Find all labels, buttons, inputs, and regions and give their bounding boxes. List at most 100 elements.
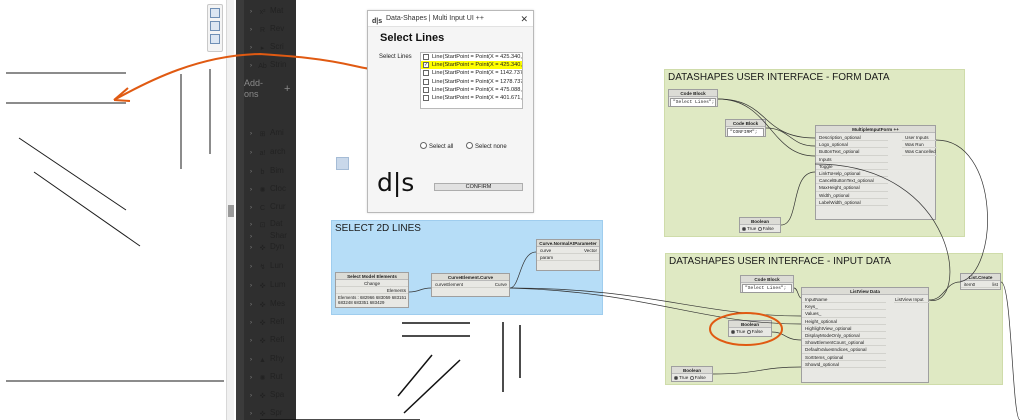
code-block-text[interactable]: "Select Lines"; xyxy=(670,98,716,107)
node-port[interactable]: User Inputs xyxy=(902,134,937,142)
revit-drawing-canvas[interactable] xyxy=(0,0,226,420)
checkbox[interactable] xyxy=(423,86,429,93)
library-item[interactable]: › R Rev xyxy=(250,22,298,36)
add-addon-button[interactable]: + xyxy=(284,83,290,95)
radio-icon[interactable] xyxy=(420,142,427,149)
node-input-port[interactable]: curveElement Curve xyxy=(432,281,509,289)
library-item[interactable]: › C Crur xyxy=(250,200,298,214)
library-item[interactable]: › ▲ Rhy xyxy=(250,352,298,366)
library-item[interactable]: › ✜ Refi xyxy=(250,333,298,347)
library-item[interactable]: › ↯ Lun xyxy=(250,259,298,273)
node-port[interactable]: DefaultValuesIndices_optional xyxy=(802,346,886,354)
library-item[interactable]: › a! arch xyxy=(250,145,298,159)
library-item[interactable]: › b Bim xyxy=(250,164,298,178)
true-radio[interactable] xyxy=(742,227,746,231)
confirm-button[interactable]: CONFIRM xyxy=(434,183,523,191)
true-radio[interactable] xyxy=(731,330,735,334)
node-port[interactable]: DisplayModeOnly_optional xyxy=(802,332,886,340)
change-selection-button[interactable]: Change xyxy=(336,280,408,288)
node-port[interactable]: MaxHeight_optional xyxy=(816,184,888,192)
library-item[interactable]: › ✜ Refi xyxy=(250,315,298,329)
node-port[interactable]: SortItems_optional xyxy=(802,354,886,361)
datashapes-dialog[interactable]: d|s Data-Shapes | Multi Input UI ++ ✕ Se… xyxy=(367,10,534,213)
false-radio[interactable] xyxy=(689,376,694,380)
library-item[interactable]: › ✺ Rut xyxy=(250,370,298,384)
checkbox[interactable] xyxy=(423,70,429,77)
close-icon[interactable]: ✕ xyxy=(520,11,528,27)
list-create-node[interactable]: List.Create item0 list xyxy=(960,273,1001,290)
node-port[interactable]: ButtonText_optional xyxy=(816,148,888,156)
checkbox[interactable] xyxy=(423,78,429,85)
true-radio[interactable] xyxy=(674,376,678,380)
curve-normal-at-parameter-node[interactable]: Curve.NormalAtParameter curve Vector para… xyxy=(536,239,600,271)
listview-data-node[interactable]: ListView Data InputName Keys_ Values_ Heigh… xyxy=(801,287,930,383)
library-item[interactable]: › ✜ Dyn xyxy=(250,240,298,254)
node-port[interactable]: Logo_optional xyxy=(816,141,888,149)
scrollbar-thumb[interactable] xyxy=(228,205,234,217)
checkbox[interactable] xyxy=(423,94,429,101)
code-block-text[interactable]: "CONFIRM"; xyxy=(727,128,764,137)
node-port[interactable]: Inputs xyxy=(816,156,888,163)
node-port[interactable]: LinkToHelp_optional xyxy=(816,170,888,178)
node-input-port[interactable]: curve Vector xyxy=(537,247,599,255)
node-port[interactable]: Keys_ xyxy=(802,303,886,311)
code-block-node[interactable]: Code Block "CONFIRM"; xyxy=(725,119,766,137)
zoom-icon[interactable] xyxy=(210,21,220,31)
node-port[interactable]: HighlightView_optional xyxy=(802,325,886,332)
code-block-node[interactable]: Code Block "Select Lines"; xyxy=(668,89,718,107)
select-lines-listbox[interactable]: Line(StartPoint = Point(X = 425.340, Y ✓ L… xyxy=(420,52,523,109)
node-port[interactable]: Width_optional xyxy=(816,192,888,199)
node-port[interactable]: Toggle xyxy=(816,163,888,170)
select-model-elements-node[interactable]: Select Model Elements Change Elements El… xyxy=(335,272,409,308)
false-radio[interactable] xyxy=(746,330,751,334)
code-block-text[interactable]: "Select Lines"; xyxy=(742,284,792,293)
node-port[interactable]: Height_optional xyxy=(802,318,886,325)
select-none-radio[interactable]: Select none xyxy=(466,142,507,150)
code-block-node[interactable]: Code Block "Select Lines"; xyxy=(740,275,794,293)
vertical-scrollbar[interactable] xyxy=(226,0,234,420)
list-item[interactable]: Line(StartPoint = Point(X = 1278.737, xyxy=(421,78,522,86)
list-item[interactable]: Line(StartPoint = Point(X = 475.088, Y xyxy=(421,86,522,94)
library-item[interactable]: › Ab Strin xyxy=(250,58,298,72)
checkbox[interactable]: ✓ xyxy=(423,62,429,69)
list-item[interactable]: Line(StartPoint = Point(X = 401.671, Y xyxy=(421,94,522,102)
library-item[interactable]: › x² Mat xyxy=(250,4,298,18)
boolean-toggle[interactable]: True False xyxy=(672,374,712,381)
boolean-node[interactable]: Boolean True False xyxy=(728,320,772,337)
pan-icon[interactable] xyxy=(210,34,220,44)
library-item[interactable]: › ✜ Spa xyxy=(250,388,298,402)
boolean-toggle[interactable]: True False xyxy=(740,225,780,232)
node-port[interactable]: InputName xyxy=(802,296,886,304)
node-port[interactable]: Was Cancelled xyxy=(902,148,937,156)
list-item[interactable]: ✓ Line(StartPoint = Point(X = 425.340, Y xyxy=(421,61,522,70)
viewcube-icon[interactable] xyxy=(210,8,220,18)
node-input-port[interactable]: item0 list xyxy=(961,281,1000,289)
node-port[interactable]: ShowId_optional xyxy=(802,361,886,368)
listview-output-port[interactable]: ListView Input xyxy=(894,296,930,304)
dialog-titlebar[interactable]: d|s Data-Shapes | Multi Input UI ++ ✕ xyxy=(368,11,533,27)
node-port[interactable]: CancelButtonText_optional xyxy=(816,177,888,185)
false-radio[interactable] xyxy=(757,227,762,231)
library-item[interactable]: › ✜ Lum xyxy=(250,278,298,292)
select-all-radio[interactable]: Select all xyxy=(420,142,453,150)
list-item[interactable]: Line(StartPoint = Point(X = 425.340, Y xyxy=(421,53,522,61)
node-port[interactable]: ShowElementCount_optional xyxy=(802,339,886,347)
library-item[interactable]: › ✜ Mes xyxy=(250,297,298,311)
boolean-node[interactable]: Boolean True False xyxy=(739,217,781,233)
node-port[interactable]: LabelWidth_optional xyxy=(816,199,888,206)
boolean-toggle[interactable]: True False xyxy=(729,328,771,335)
list-item[interactable]: Line(StartPoint = Point(X = 1142.737, xyxy=(421,69,522,77)
library-item[interactable]: › ✜ Spr xyxy=(250,406,298,420)
curve-element-curve-node[interactable]: CurveElement.Curve curveElement Curve xyxy=(431,273,510,297)
elements-output[interactable]: Elements xyxy=(336,287,408,295)
library-item[interactable]: › ✺ Cloc xyxy=(250,182,298,196)
library-item[interactable]: › ▸ Scri xyxy=(250,40,298,54)
node-input-port[interactable]: param xyxy=(537,254,599,262)
library-item[interactable]: › ⊞ Ami xyxy=(250,126,298,140)
checkbox[interactable] xyxy=(423,54,429,60)
boolean-node[interactable]: Boolean True False xyxy=(671,366,713,382)
node-port[interactable]: Values_ xyxy=(802,310,886,318)
view-navigation-bar[interactable] xyxy=(207,4,223,52)
node-port[interactable]: Was Run xyxy=(902,141,937,149)
multiple-input-form-node[interactable]: MultipleInputForm ++ Description_optiona… xyxy=(815,125,937,220)
